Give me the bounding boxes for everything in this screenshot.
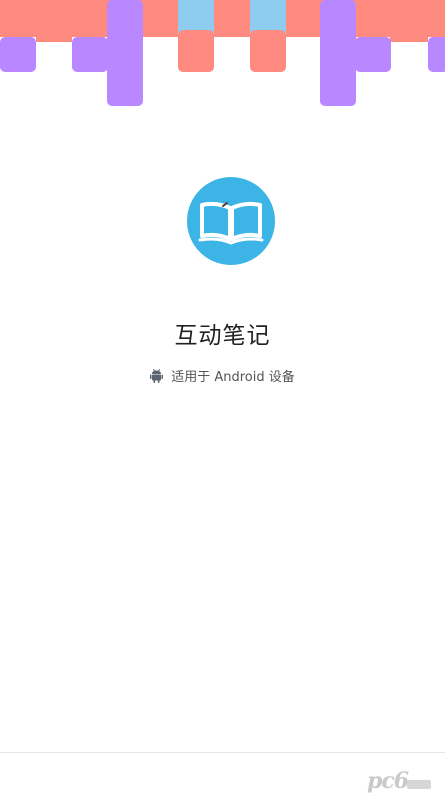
header-banner [0, 0, 445, 106]
platform-label: 适用于 Android 设备 [171, 370, 295, 385]
svg-text:pc6: pc6 [367, 768, 409, 794]
bottom-divider [0, 752, 445, 753]
app-title: 互动笔记 [174, 323, 271, 349]
android-icon [150, 369, 164, 383]
watermark-logo: pc6 [365, 766, 435, 794]
app-icon [187, 177, 275, 265]
platform-info: 适用于 Android 设备 [0, 366, 445, 385]
open-book-icon [198, 202, 264, 245]
